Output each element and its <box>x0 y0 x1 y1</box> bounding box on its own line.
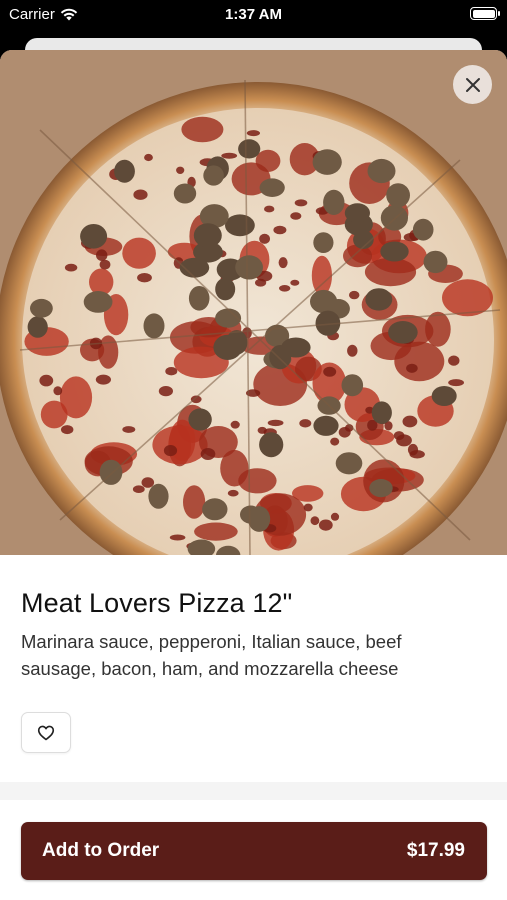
section-divider <box>0 782 507 800</box>
heart-icon <box>37 725 55 740</box>
item-title: Meat Lovers Pizza 12" <box>21 588 293 618</box>
status-bar: Carrier 1:37 AM <box>0 0 507 34</box>
add-to-order-button[interactable]: Add to Order $17.99 <box>21 822 487 880</box>
pizza-photo <box>0 50 507 555</box>
item-description: Marinara sauce, pepperoni, Italian sauce… <box>21 631 402 679</box>
item-detail-sheet: Meat Lovers Pizza 12" Marinara sauce, pe… <box>0 50 507 900</box>
close-button[interactable] <box>453 65 492 104</box>
status-time: 1:37 AM <box>225 6 282 23</box>
footer: Add to Order $17.99 <box>0 800 507 900</box>
favorite-button[interactable] <box>21 712 71 753</box>
add-to-order-label: Add to Order <box>42 840 160 861</box>
item-price: $17.99 <box>406 840 465 861</box>
close-icon <box>465 77 480 92</box>
battery-icon <box>470 7 500 20</box>
